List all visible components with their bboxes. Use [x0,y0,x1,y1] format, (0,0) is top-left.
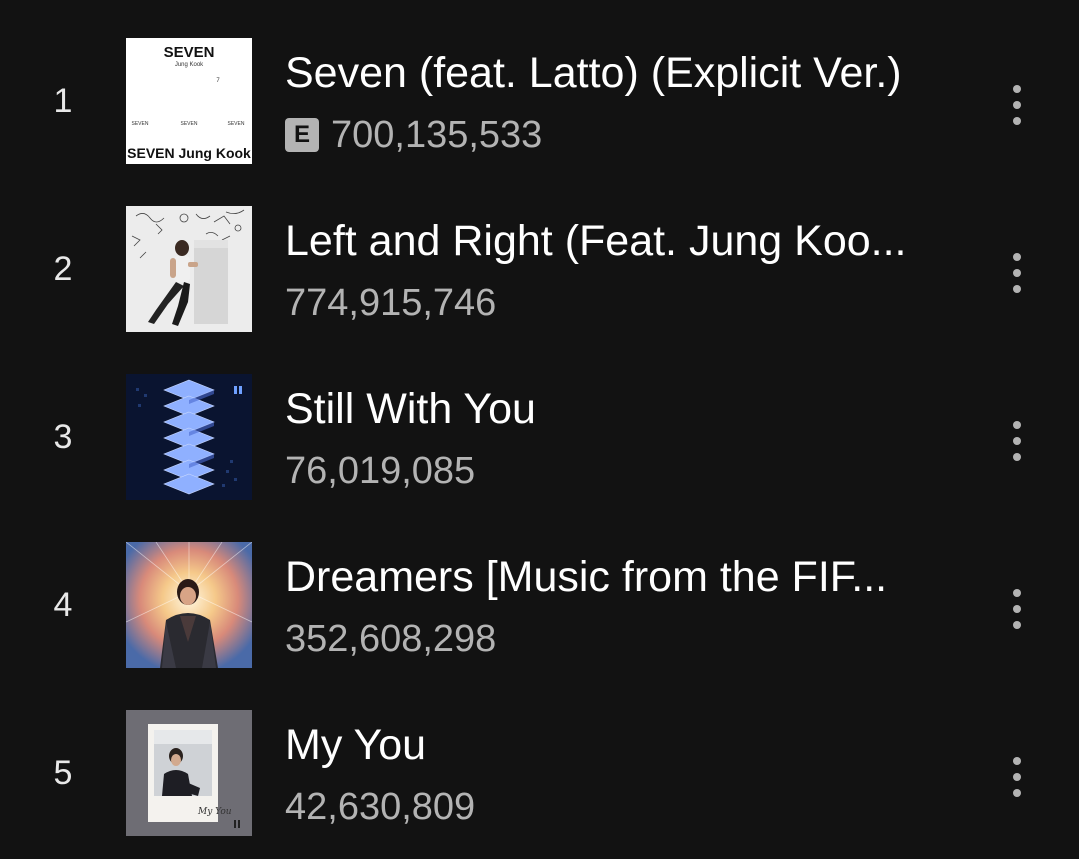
more-vertical-icon [1013,253,1021,261]
album-cover-left-and-right[interactable] [126,206,252,332]
track-title[interactable]: My You [285,719,965,771]
cover-label: SEVEN [181,121,198,127]
more-options-button[interactable] [996,411,1038,471]
play-count: 76,019,085 [285,450,476,492]
track-rank: 2 [53,250,73,288]
track-row[interactable]: 1 SEVEN Jung Kook 7 SEVEN SEVEN SEVEN SE… [0,35,1079,185]
album-art-image [126,542,252,668]
album-art-image: SEVEN Jung Kook 7 SEVEN SEVEN SEVEN SEVE… [126,38,252,164]
track-row[interactable]: 2 Left and Right (Feat. Jung Koo... 774,… [0,203,1079,353]
cover-label: SEVEN [228,121,245,127]
album-cover-my-you[interactable]: My You [126,710,252,836]
track-row[interactable]: 4 Dreamers [Music from the FIF... 352,60… [0,539,1079,689]
track-row[interactable]: 5 My You My You 42,630,809 [0,707,1079,857]
more-vertical-icon [1013,85,1021,93]
track-rank: 4 [53,586,73,624]
more-options-button[interactable] [996,243,1038,303]
track-rank: 5 [53,754,73,792]
track-list: 1 SEVEN Jung Kook 7 SEVEN SEVEN SEVEN SE… [0,0,1079,859]
track-row[interactable]: 3 Still With You 76,019,085 [0,371,1079,521]
more-vertical-icon [1013,757,1021,765]
album-art-image: My You [126,710,252,836]
cover-bottom-text: SEVEN Jung Kook [127,145,251,161]
track-meta: 42,630,809 [285,785,475,829]
more-options-button[interactable] [996,75,1038,135]
cover-title: SEVEN [164,44,215,61]
album-cover-dreamers[interactable] [126,542,252,668]
track-meta: E 700,135,533 [285,113,542,157]
track-title[interactable]: Seven (feat. Latto) (Explicit Ver.) [285,47,965,99]
more-options-button[interactable] [996,579,1038,639]
track-title[interactable]: Still With You [285,383,965,435]
album-art-image [126,374,252,500]
more-vertical-icon [1013,421,1021,429]
track-meta: 352,608,298 [285,617,496,661]
album-cover-seven[interactable]: SEVEN Jung Kook 7 SEVEN SEVEN SEVEN SEVE… [126,38,252,164]
more-vertical-icon [1013,589,1021,597]
play-count: 700,135,533 [331,114,543,156]
track-meta: 76,019,085 [285,449,475,493]
more-options-button[interactable] [996,747,1038,807]
track-title[interactable]: Dreamers [Music from the FIF... [285,551,965,603]
track-rank: 3 [53,418,73,456]
track-meta: 774,915,746 [285,281,496,325]
album-art-image [126,206,252,332]
play-count: 42,630,809 [285,786,476,828]
track-title[interactable]: Left and Right (Feat. Jung Koo... [285,215,965,267]
track-rank: 1 [53,82,73,120]
album-cover-still-with-you[interactable] [126,374,252,500]
cover-script-text: My You [197,807,232,817]
play-count: 352,608,298 [285,618,497,660]
cover-artist: Jung Kook [175,62,204,68]
play-count: 774,915,746 [285,282,497,324]
cover-label: SEVEN [132,121,149,127]
explicit-icon: E [285,118,319,152]
